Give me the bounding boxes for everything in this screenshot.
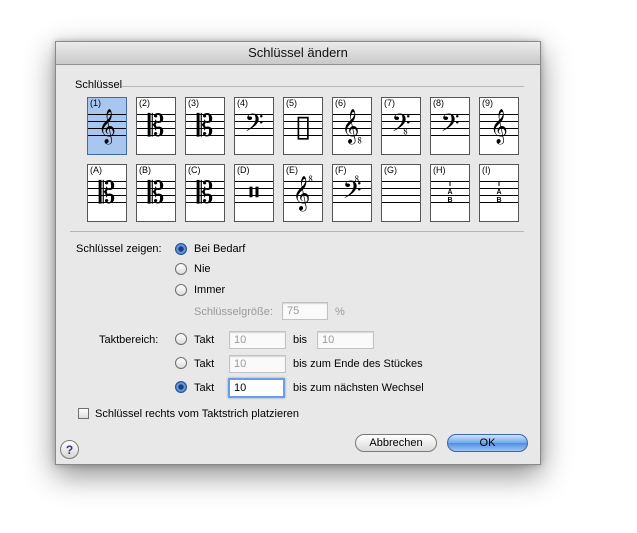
to-end-radio[interactable]	[175, 357, 187, 369]
clef-number-label: (G)	[384, 165, 397, 175]
measure-to-label: bis	[293, 334, 308, 346]
treble-8vb-clef-icon: 𝄠	[341, 109, 363, 144]
ok-button[interactable]: OK	[447, 434, 528, 452]
show-when-needed-label: Bei Bedarf	[194, 243, 246, 255]
clef-option-A[interactable]: (A) 𝄡	[87, 164, 127, 222]
show-clef-label: Schlüssel zeigen:	[76, 243, 162, 255]
clef-number-label: (8)	[433, 98, 444, 108]
section-divider	[70, 231, 524, 232]
treble-clef-icon: 𝄞	[490, 109, 508, 144]
to-end-label: bis zum Ende des Stückes	[293, 358, 423, 370]
clef-number-label: (7)	[384, 98, 395, 108]
clef-number-label: (D)	[237, 165, 250, 175]
c-clef-icon: 𝄡	[98, 176, 116, 211]
clef-option-H[interactable]: (H) T A B	[430, 164, 470, 222]
to-next-change-radio[interactable]	[175, 381, 187, 393]
c-clef-icon: 𝄡	[196, 176, 214, 211]
clef-option-2[interactable]: (2) 𝄡	[136, 97, 176, 155]
clef-number-label: (1)	[90, 98, 101, 108]
clef-number-label: (I)	[482, 165, 491, 175]
clef-option-4[interactable]: (4) 𝄢	[234, 97, 274, 155]
clef-option-B[interactable]: (B) 𝄡	[136, 164, 176, 222]
clef-option-F[interactable]: (F) 𝄣	[332, 164, 372, 222]
alto-clef-icon: 𝄡	[147, 109, 165, 144]
measure-range-takt-label: Takt	[194, 334, 215, 346]
measure-from-input[interactable]: 10	[229, 331, 286, 349]
measure-range-radio[interactable]	[175, 333, 187, 345]
show-always-label: Immer	[194, 284, 226, 296]
change-clef-dialog: Schlüssel ändern Schlüssel (1) 𝄞 (2) 𝄡 (3) 𝄡(…	[55, 41, 541, 465]
clef-number-label: (F)	[335, 165, 347, 175]
clef-number-label: (6)	[335, 98, 346, 108]
c-clef-icon: 𝄡	[147, 176, 165, 211]
clef-number-label: (9)	[482, 98, 493, 108]
show-never-label: Nie	[194, 263, 211, 275]
group-divider	[122, 86, 524, 87]
treble-clef-icon: 𝄞	[98, 109, 116, 144]
clef-option-8[interactable]: (8) 𝄢	[430, 97, 470, 155]
treble-8va-clef-icon: 𝄟	[292, 176, 314, 211]
place-right-of-barline-checkbox[interactable]	[78, 408, 89, 419]
clef-size-label: Schlüsselgröße:	[194, 306, 273, 318]
clef-number-label: (C)	[188, 165, 201, 175]
clef-option-5[interactable]: (5) ▯	[283, 97, 323, 155]
clef-number-label: (A)	[90, 165, 102, 175]
to-end-from-input[interactable]: 10	[229, 355, 286, 373]
clef-option-I[interactable]: (I) T A B	[479, 164, 519, 222]
percussion-clef-icon: ▯	[294, 109, 312, 144]
bass-8va-clef-icon: 𝄣	[342, 176, 362, 211]
measure-range-label: Taktbereich:	[99, 334, 159, 346]
bass-8vb-clef-icon: 𝄤	[391, 109, 411, 144]
clef-option-6[interactable]: (6) 𝄠	[332, 97, 372, 155]
cancel-button[interactable]: Abbrechen	[355, 434, 437, 452]
clef-size-unit: %	[335, 306, 345, 318]
bass-clef-icon: 𝄢	[440, 109, 460, 144]
clef-number-label: (B)	[139, 165, 151, 175]
to-next-change-takt-label: Takt	[194, 382, 215, 394]
clef-group-label: Schlüssel	[75, 79, 123, 91]
clef-option-C[interactable]: (C) 𝄡	[185, 164, 225, 222]
show-always-radio[interactable]	[175, 284, 187, 296]
clef-number-label: (2)	[139, 98, 150, 108]
clef-option-G[interactable]: (G)	[381, 164, 421, 222]
clef-number-label: (5)	[286, 98, 297, 108]
show-never-radio[interactable]	[175, 263, 187, 275]
clef-number-label: (4)	[237, 98, 248, 108]
to-end-takt-label: Takt	[194, 358, 215, 370]
to-next-change-from-input[interactable]: 10	[228, 378, 285, 398]
clef-size-input[interactable]: 75	[282, 302, 328, 320]
clef-number-label: (H)	[433, 165, 446, 175]
clef-number-label: (3)	[188, 98, 199, 108]
clef-option-E[interactable]: (E) 𝄟	[283, 164, 323, 222]
dialog-title: Schlüssel ändern	[56, 42, 540, 65]
percussion-clef-icon: 𝄥	[249, 176, 259, 211]
tenor-clef-icon: 𝄡	[196, 109, 214, 144]
tab-clef-icon: T A B	[447, 181, 453, 204]
help-button[interactable]: ?	[60, 440, 79, 459]
tab-clef-small-icon: T A B	[496, 181, 502, 204]
measure-to-input[interactable]: 10	[317, 331, 374, 349]
show-when-needed-radio[interactable]	[175, 243, 187, 255]
staff-lines	[382, 181, 420, 209]
to-next-change-label: bis zum nächsten Wechsel	[293, 382, 424, 394]
clef-option-1[interactable]: (1) 𝄞	[87, 97, 127, 155]
clef-option-D[interactable]: (D) 𝄥	[234, 164, 274, 222]
bass-clef-icon: 𝄢	[244, 109, 264, 144]
clef-option-3[interactable]: (3) 𝄡	[185, 97, 225, 155]
clef-option-7[interactable]: (7) 𝄤	[381, 97, 421, 155]
clef-option-9[interactable]: (9) 𝄞	[479, 97, 519, 155]
clef-number-label: (E)	[286, 165, 298, 175]
place-right-of-barline-label: Schlüssel rechts vom Taktstrich platzier…	[95, 408, 299, 420]
